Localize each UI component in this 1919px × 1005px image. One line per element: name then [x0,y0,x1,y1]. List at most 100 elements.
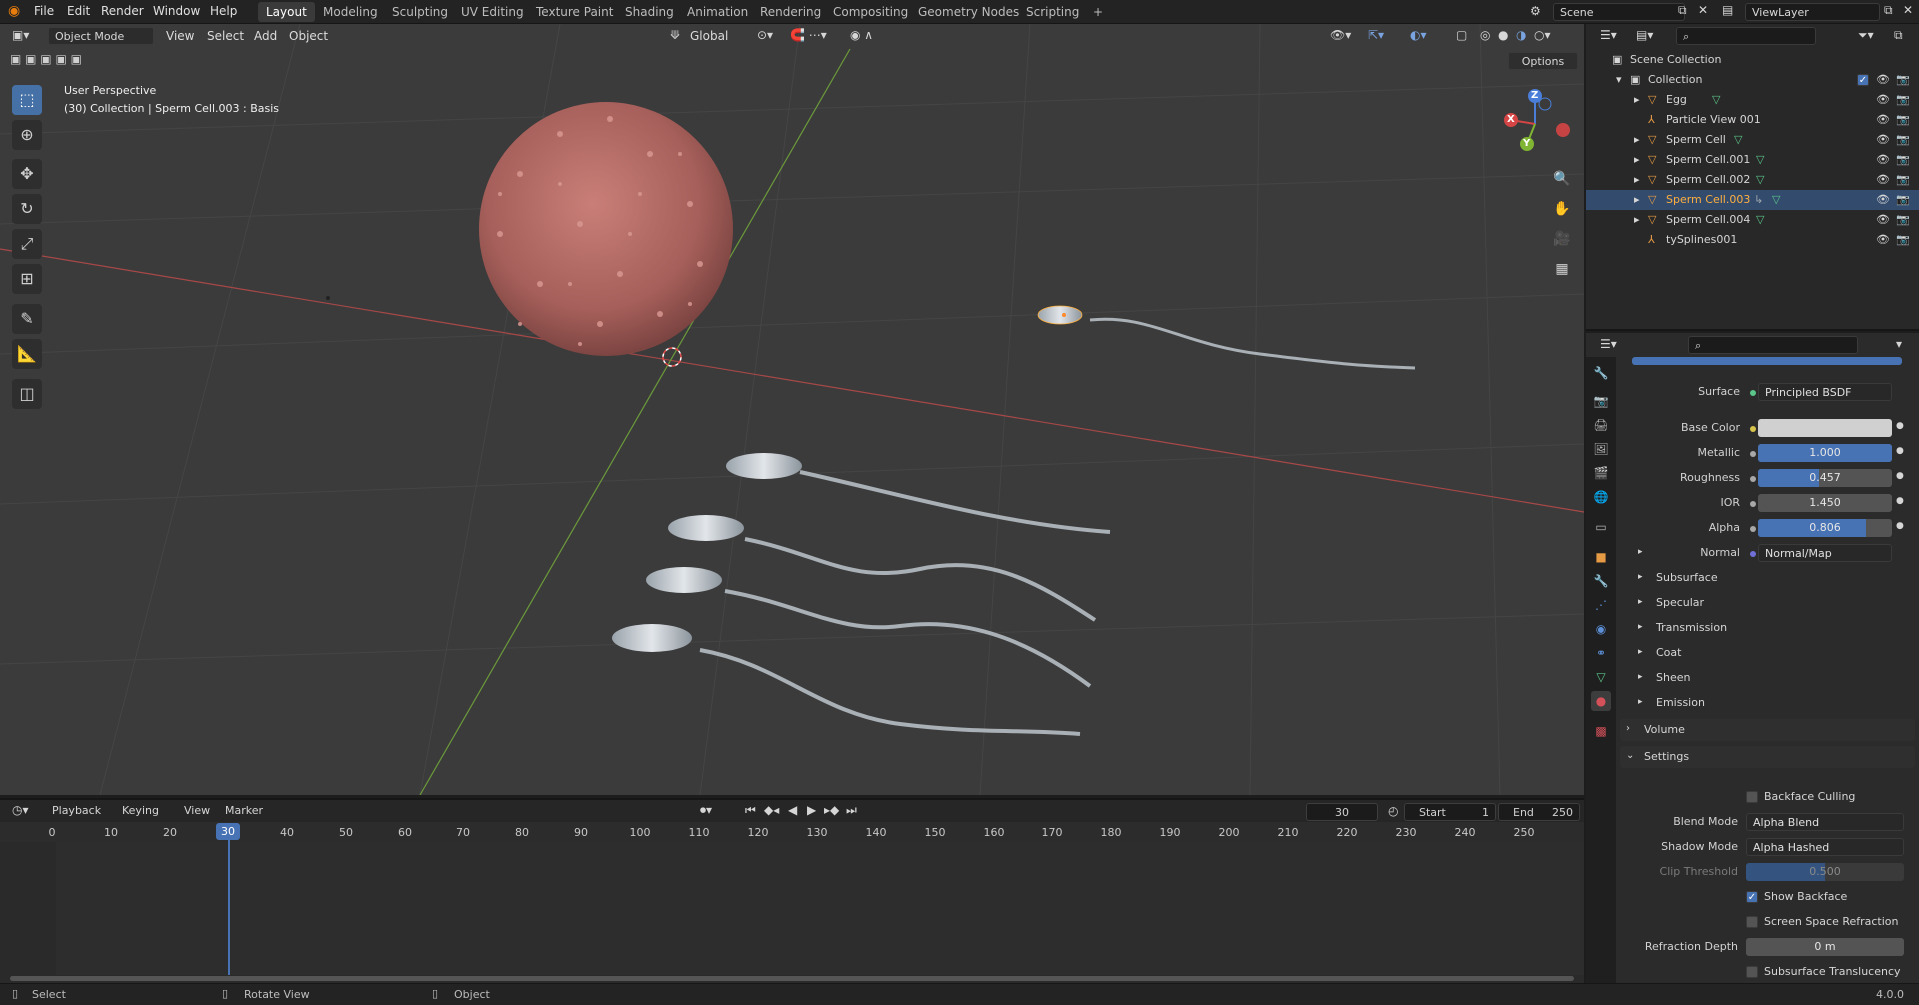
menu-edit[interactable]: Edit [67,4,90,18]
volume-panel-header[interactable]: › Volume [1620,719,1915,741]
expand-arrow-icon[interactable]: ▸ [1638,597,1643,607]
cursor-tool[interactable]: ⊕ [12,120,42,150]
outliner-display-icon[interactable]: ▤▾ [1636,28,1653,42]
camera-view-icon[interactable]: 🎥 [1550,227,1574,251]
view-layer-tab-icon[interactable]: 🖼 [1591,439,1611,459]
outliner-item[interactable]: ▸ ▽ Sperm Cell.002 ▽ 👁 📷 [1586,170,1919,190]
camera-icon[interactable]: 📷 [1896,170,1910,190]
egg-object[interactable] [479,102,733,356]
show-backface-checkbox[interactable]: ✓ [1746,891,1758,903]
material-tab-icon[interactable]: ● [1591,691,1611,711]
shading-rendered-icon[interactable]: ○▾ [1534,28,1551,42]
scale-tool[interactable]: ⤢ [12,229,42,259]
camera-icon[interactable]: 📷 [1896,190,1910,210]
use-nodes-button[interactable] [1632,357,1902,365]
eye-icon[interactable]: 👁 [1876,90,1890,110]
current-frame-field[interactable]: 30 [1306,803,1378,821]
tab-animation[interactable]: Animation [679,2,756,22]
eye-icon[interactable]: 👁 [1876,230,1890,250]
tab-texture-paint[interactable]: Texture Paint [528,2,621,22]
menu-help[interactable]: Help [210,4,237,18]
keyframe-dot-icon[interactable]: ● [1896,471,1904,481]
physics-tab-icon[interactable]: ◉ [1591,619,1611,639]
normal-map-field[interactable]: Normal/Map [1758,544,1892,562]
texture-tab-icon[interactable]: ▩ [1591,721,1611,741]
expand-arrow-icon[interactable]: ▸ [1638,697,1643,707]
menu-file[interactable]: File [34,4,54,18]
menu-keying[interactable]: Keying [122,804,159,817]
eye-icon[interactable]: 👁 [1876,110,1890,130]
expand-arrow-icon[interactable]: ▾ [1616,70,1622,90]
roughness-slider[interactable]: 0.457 [1758,469,1892,487]
keyframe-dot-icon[interactable]: ● [1896,521,1904,531]
constraints-tab-icon[interactable]: ⚭ [1591,643,1611,663]
coat-section[interactable]: Coat [1656,646,1681,659]
backface-culling-checkbox[interactable] [1746,791,1758,803]
outliner-search-input[interactable]: ⌕ [1676,27,1816,45]
proportional-edit-icon[interactable]: ◉ ∧ [850,28,873,42]
tool-tab-icon[interactable]: 🔧 [1591,363,1611,383]
clip-threshold-slider[interactable]: 0.500 [1746,863,1904,881]
expand-arrow-icon[interactable]: ▸ [1638,572,1643,582]
tab-scripting[interactable]: Scripting [1018,2,1087,22]
sperm-cell-001[interactable] [668,515,1097,622]
eye-icon[interactable]: 👁 [1876,210,1890,230]
tab-shading[interactable]: Shading [617,2,682,22]
collection-checkbox[interactable]: ✓ [1857,74,1869,86]
transform-tool[interactable]: ⊞ [12,264,42,294]
delete-scene-icon[interactable]: ✕ [1698,3,1708,17]
outliner-item[interactable]: ▸ ▽ Sperm Cell.003 ↳ ▽ 👁 📷 [1586,190,1919,210]
expand-arrow-icon[interactable]: ▸ [1634,150,1640,170]
menu-marker[interactable]: Marker [225,804,263,817]
screen-space-refraction-checkbox[interactable] [1746,916,1758,928]
sperm-cell-002[interactable] [646,567,1092,688]
expand-arrow-icon[interactable]: ▸ [1638,647,1643,657]
clock-icon[interactable]: ◴ [1388,804,1398,818]
jump-start-icon[interactable]: ⏮ [745,803,756,818]
menu-select[interactable]: Select [207,29,244,43]
expand-arrow-icon[interactable]: ▸ [1638,547,1643,557]
menu-view-timeline[interactable]: View [184,804,210,817]
select-box-tool[interactable]: ⬚ [12,85,42,115]
blend-mode-dropdown[interactable]: Alpha Blend [1746,813,1904,831]
object-tab-icon[interactable]: ■ [1591,547,1611,567]
visibility-icon[interactable]: 👁▾ [1330,28,1351,42]
orientation-dropdown[interactable]: Global [690,29,728,43]
outliner-item[interactable]: ▸ ▽ Sperm Cell.001 ▽ 👁 📷 [1586,150,1919,170]
sheen-section[interactable]: Sheen [1656,671,1690,684]
expand-arrow-icon[interactable]: ▸ [1634,170,1640,190]
add-workspace-button[interactable]: + [1085,2,1111,22]
timeline-scrollbar[interactable] [10,976,1574,981]
properties-options-icon[interactable]: ▾ [1896,337,1902,351]
render-tab-icon[interactable]: 📷 [1591,391,1611,411]
tab-modeling[interactable]: Modeling [315,2,386,22]
filter-icon[interactable]: ⏷▾ [1858,28,1874,43]
sperm-cell-003[interactable] [1037,305,1416,370]
surface-shader-field[interactable]: Principled BSDF [1758,383,1892,401]
tab-uv-editing[interactable]: UV Editing [453,2,532,22]
scene-tab-icon[interactable]: 🎬 [1591,463,1611,483]
outliner-item[interactable]: ⅄ tySplines001 👁 📷 [1586,230,1919,250]
viewlayer-selector[interactable]: ViewLayer [1745,3,1880,21]
zoom-icon[interactable]: 🔍 [1550,167,1574,191]
outliner-item[interactable]: ⅄ Particle View 001 👁 📷 [1586,110,1919,130]
jump-end-icon[interactable]: ⏭ [846,803,857,818]
viewport-scene[interactable] [0,24,1584,795]
expand-arrow-icon[interactable]: ▸ [1638,672,1643,682]
data-tab-icon[interactable]: ▽ [1591,667,1611,687]
settings-panel-header[interactable]: ⌄ Settings [1620,746,1915,768]
tab-compositing[interactable]: Compositing [825,2,916,22]
menu-view[interactable]: View [166,29,194,43]
outliner-item[interactable]: ▸ ▽ Sperm Cell.004 ▽ 👁 📷 [1586,210,1919,230]
menu-object[interactable]: Object [289,29,328,43]
xray-icon[interactable]: ▢ [1456,28,1467,42]
keyframe-dot-icon[interactable]: ● [1896,421,1904,431]
transmission-section[interactable]: Transmission [1656,621,1727,634]
eye-icon[interactable]: 👁 [1876,130,1890,150]
timeline-ruler[interactable]: 0 10 20 30 40 50 60 70 80 90 100 110 120… [0,822,1584,842]
tab-layout[interactable]: Layout [258,2,315,22]
eye-icon[interactable]: 👁 [1876,150,1890,170]
camera-icon[interactable]: 📷 [1896,210,1910,230]
collection-tab-icon[interactable]: ▭ [1591,517,1611,537]
snap-icon[interactable]: 🧲 ⋯▾ [790,28,827,42]
